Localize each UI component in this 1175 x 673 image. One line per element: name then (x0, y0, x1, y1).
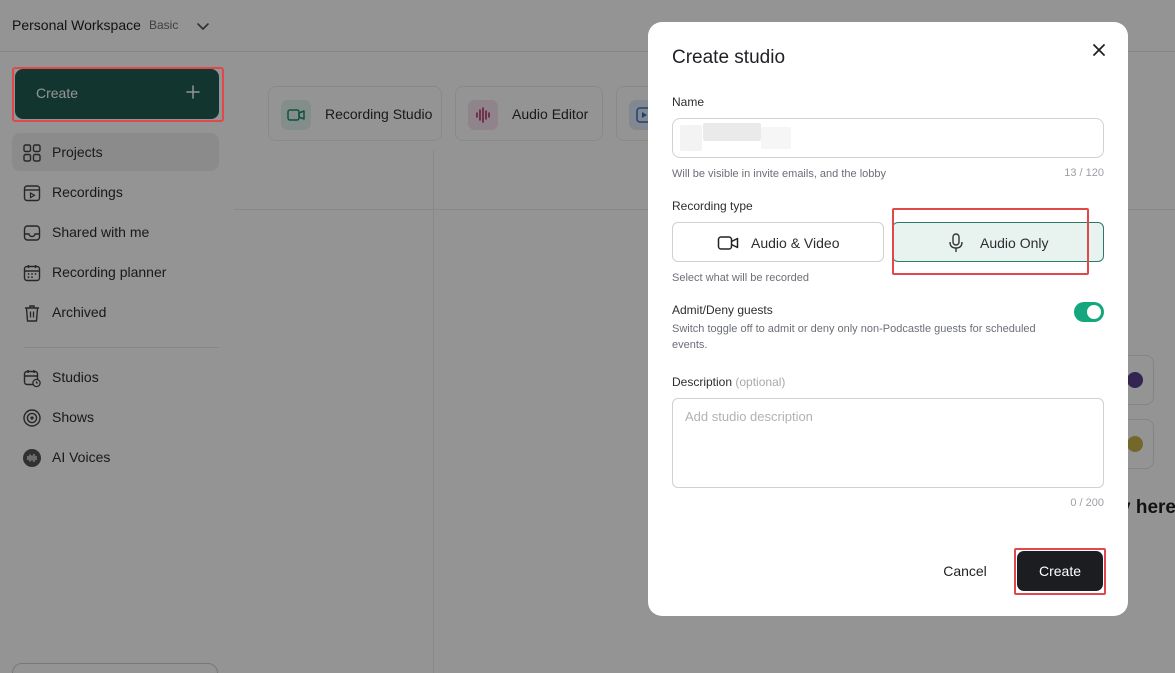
recording-type-help: Select what will be recorded (672, 272, 809, 284)
description-label-row: Description (optional) (672, 375, 785, 389)
highlight-create-final (1014, 548, 1106, 595)
admit-deny-help: Switch toggle off to admit or deny only … (672, 323, 1036, 351)
redacted-text (680, 125, 702, 151)
studio-name-input[interactable] (672, 118, 1104, 158)
recording-type-label: Recording type (672, 199, 753, 213)
name-char-count: 13 / 120 (1064, 167, 1104, 179)
description-char-count: 0 / 200 (1070, 497, 1104, 509)
cancel-button[interactable]: Cancel (932, 554, 998, 588)
name-label: Name (672, 95, 705, 109)
highlight-create-button (12, 67, 224, 122)
redacted-text (761, 127, 791, 149)
description-label: Description (672, 375, 733, 389)
admit-deny-label: Admit/Deny guests (672, 303, 773, 317)
toggle-knob (1087, 305, 1101, 319)
name-help-text: Will be visible in invite emails, and th… (672, 168, 886, 180)
admit-deny-toggle[interactable] (1074, 302, 1104, 322)
dialog-title: Create studio (672, 47, 786, 68)
audio-video-option[interactable]: Audio & Video (672, 222, 884, 262)
audio-video-label: Audio & Video (751, 235, 840, 251)
optional-tag: (optional) (735, 375, 786, 389)
description-input[interactable] (672, 398, 1104, 488)
close-icon[interactable] (1090, 41, 1108, 59)
highlight-audio-only (892, 208, 1089, 275)
redacted-text (703, 123, 761, 141)
create-studio-dialog: Create studio Name Will be visible in in… (648, 22, 1128, 616)
video-camera-icon (717, 236, 739, 250)
